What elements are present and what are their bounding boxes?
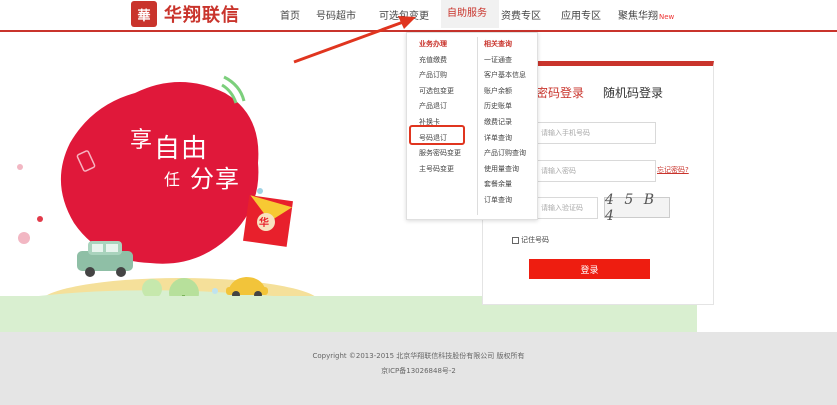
red-blob bbox=[60, 82, 259, 264]
new-badge: New bbox=[659, 12, 675, 21]
icp-text[interactable]: 京ICP备13026848号-2 bbox=[0, 366, 837, 376]
captcha-image[interactable]: 4 5 B 4 bbox=[604, 192, 670, 224]
annotation-arrow-icon bbox=[293, 16, 416, 64]
page: 華 华翔联信 首页 号码超市 可选包变更 自助服务 资费专区 应用专区 聚焦华翔… bbox=[0, 0, 837, 405]
deco-dot bbox=[37, 216, 43, 222]
deco-dot bbox=[212, 288, 218, 294]
forgot-password-link[interactable]: 忘记密码? bbox=[657, 165, 689, 175]
menu-item-history-bill[interactable]: 历史账单 bbox=[484, 99, 526, 115]
menu-item-customer-info[interactable]: 客户基本信息 bbox=[484, 68, 526, 84]
deco-dot bbox=[18, 232, 30, 244]
menu-item-account-balance[interactable]: 账户余额 bbox=[484, 84, 526, 100]
menu-item-primary-number-change[interactable]: 主号码变更 bbox=[419, 162, 461, 178]
menu-item-order-query[interactable]: 订单查询 bbox=[484, 193, 526, 209]
logo-text: 华翔联信 bbox=[164, 5, 240, 26]
deco-dot bbox=[257, 188, 263, 194]
menu-item-product-unsubscribe[interactable]: 产品退订 bbox=[419, 99, 461, 115]
tab-random-code-login[interactable]: 随机码登录 bbox=[603, 84, 663, 101]
remember-checkbox[interactable] bbox=[512, 236, 519, 244]
logo[interactable]: 華 华翔联信 bbox=[131, 0, 240, 28]
site-footer: Copyright ©2013-2015 北京华翔联信科技股份有限公司 版权所有… bbox=[0, 332, 837, 405]
nav-item-self-service[interactable]: 自助服务 bbox=[441, 0, 499, 28]
menu-item-id-query[interactable]: 一证通查 bbox=[484, 53, 526, 69]
menu-item-package-change[interactable]: 可选包变更 bbox=[419, 84, 461, 100]
deco-dot bbox=[17, 164, 23, 170]
tab-password-login[interactable]: 密码登录 bbox=[536, 84, 584, 101]
menu-item-detail-query[interactable]: 详单查询 bbox=[484, 131, 526, 147]
highlight-box bbox=[409, 125, 465, 145]
nav-item-focus-label: 聚焦华翔 bbox=[618, 10, 658, 22]
logo-mark-icon: 華 bbox=[131, 1, 157, 27]
dropdown-divider bbox=[477, 37, 478, 215]
login-button[interactable]: 登录 bbox=[529, 259, 650, 279]
nav-item-tariff[interactable]: 资费专区 bbox=[501, 7, 561, 22]
menu-item-service-password[interactable]: 服务密码变更 bbox=[419, 146, 461, 162]
menu-item-payment-record[interactable]: 缴费记录 bbox=[484, 115, 526, 131]
menu-item-order-product-query[interactable]: 产品订购查询 bbox=[484, 146, 526, 162]
menu-item-package-balance[interactable]: 套餐余量 bbox=[484, 177, 526, 193]
menu-item-usage-query[interactable]: 使用量查询 bbox=[484, 162, 526, 178]
nav-item-focus[interactable]: 聚焦华翔New bbox=[618, 7, 674, 22]
nav-item-apps[interactable]: 应用专区 bbox=[561, 7, 618, 22]
dropdown-query-column: 相关查询 一证通查 客户基本信息 账户余额 历史账单 缴费记录 详单查询 产品订… bbox=[484, 37, 526, 209]
red-envelope-icon bbox=[243, 195, 293, 247]
remember-label: 记住号码 bbox=[521, 236, 549, 244]
remember-number[interactable]: 记住号码 bbox=[512, 235, 549, 245]
dropdown-heading-query: 相关查询 bbox=[484, 40, 512, 48]
copyright-text: Copyright ©2013-2015 北京华翔联信科技股份有限公司 版权所有 bbox=[312, 352, 525, 360]
